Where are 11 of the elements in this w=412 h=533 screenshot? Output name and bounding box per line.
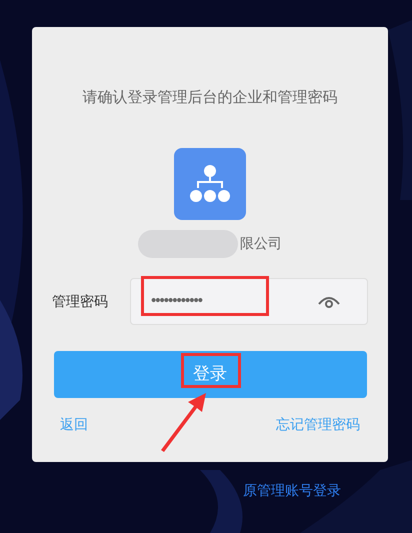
login-button[interactable]: 登录 <box>54 350 366 398</box>
text-link[interactable]: 忘记管理密码 <box>276 414 360 434</box>
arrow-drawing <box>158 392 208 452</box>
prompt-text: 请确认登录管理后台的企业和管理密码 <box>82 88 338 108</box>
highlight-box <box>181 353 241 388</box>
text-link[interactable]: 原管理账号登录 <box>243 480 341 501</box>
company-name: 限公司 <box>240 234 282 253</box>
password-label: 管理密码 <box>52 292 109 310</box>
password-field[interactable]: •••••••••••• <box>130 278 368 324</box>
organization-icon <box>174 148 246 220</box>
text-link[interactable]: 返回 <box>60 414 88 434</box>
